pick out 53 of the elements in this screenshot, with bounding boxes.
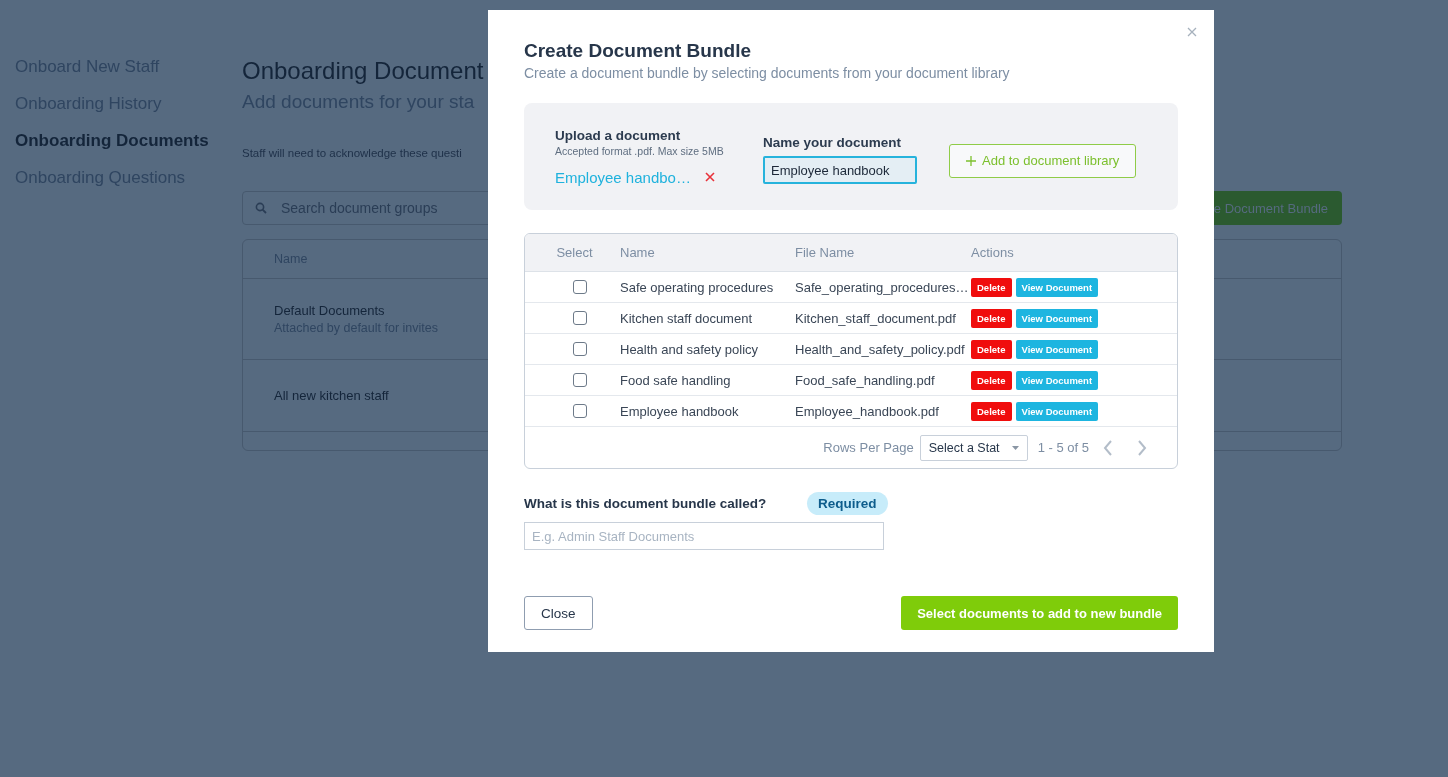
page-title: Onboarding Document — [242, 57, 484, 85]
name-label: Name your document — [763, 135, 903, 150]
table-cell-text: Food_safe_handling.pdf — [795, 372, 936, 388]
modal-title: Create Document Bundle — [524, 40, 752, 62]
view-document-button[interactable]: View Document — [1015, 401, 1099, 421]
table-cell-text: Kitchen_staff_document.pdf — [795, 310, 957, 326]
column-header: Actions — [971, 245, 1015, 260]
checkbox[interactable] — [572, 342, 587, 356]
required-badge: Required — [807, 492, 888, 515]
table-cell-text: Default Documents — [274, 303, 386, 318]
page-range: 1 - 5 of 5 — [1037, 440, 1089, 455]
rows-per-page-label: Rows Per Page — [823, 440, 914, 455]
view-document-button[interactable]: View Document — [1015, 277, 1099, 297]
table-cell-text: Kitchen staff document — [620, 310, 753, 326]
column-header: Name — [620, 245, 656, 260]
column-header: Select — [555, 245, 594, 260]
close-button[interactable]: Close — [524, 596, 593, 630]
table-cell-text: Food safe handling — [620, 372, 732, 388]
delete-button[interactable]: Delete — [971, 308, 1012, 328]
rows-per-page-select[interactable]: Select a Stat — [919, 434, 1028, 461]
delete-button[interactable]: Delete — [971, 401, 1012, 421]
table-cell-text: Safe_operating_procedures… — [795, 279, 970, 295]
view-document-button[interactable]: View Document — [1015, 370, 1099, 390]
view-document-button[interactable]: View Document — [1015, 308, 1099, 328]
sidebar-item[interactable]: Onboarding Documents — [15, 130, 242, 152]
column-header: File Name — [795, 245, 856, 260]
table-cell-text: Employee handbook — [620, 403, 740, 419]
delete-button[interactable]: Delete — [971, 277, 1012, 297]
upload-hint: Accepted format .pdf. Max size 5MB — [555, 144, 725, 157]
delete-button[interactable]: Delete — [971, 339, 1012, 359]
table-cell-text: Health and safety policy — [620, 341, 760, 357]
add-to-library-button[interactable]: Add to document library — [949, 143, 1137, 178]
table-cell-text: Safe operating procedures — [620, 279, 775, 295]
bundle-name-label: What is this document bundle called? — [524, 496, 768, 511]
view-document-button[interactable]: View Document — [1015, 339, 1099, 359]
table-cell-text: All new kitchen staff — [274, 388, 390, 403]
document-name-field[interactable]: Employee handbook — [763, 156, 917, 184]
table-cell-text: Employee_handbook.pdf — [795, 403, 940, 419]
modal-subtitle: Create a document bundle by selecting documents from your document library — [524, 65, 1011, 81]
submit-button[interactable]: Select documents to add to new bundle — [901, 596, 1178, 630]
upload-label: Upload a document — [555, 127, 682, 143]
plus-icon — [966, 155, 976, 166]
caret-icon — [1011, 445, 1019, 450]
file-link[interactable]: Employee handbo… — [555, 168, 691, 186]
delete-button[interactable]: Delete — [971, 370, 1012, 390]
checkbox[interactable] — [572, 280, 587, 294]
bundle-name-field[interactable]: E.g. Admin Staff Documents — [524, 522, 884, 550]
checkbox[interactable] — [572, 373, 587, 387]
checkbox[interactable] — [572, 311, 587, 325]
remove-icon[interactable] — [704, 172, 715, 182]
table-cell-text: Health_and_safety_policy.pdf — [795, 341, 966, 357]
checkbox[interactable] — [572, 404, 587, 418]
search-icon — [255, 202, 267, 214]
